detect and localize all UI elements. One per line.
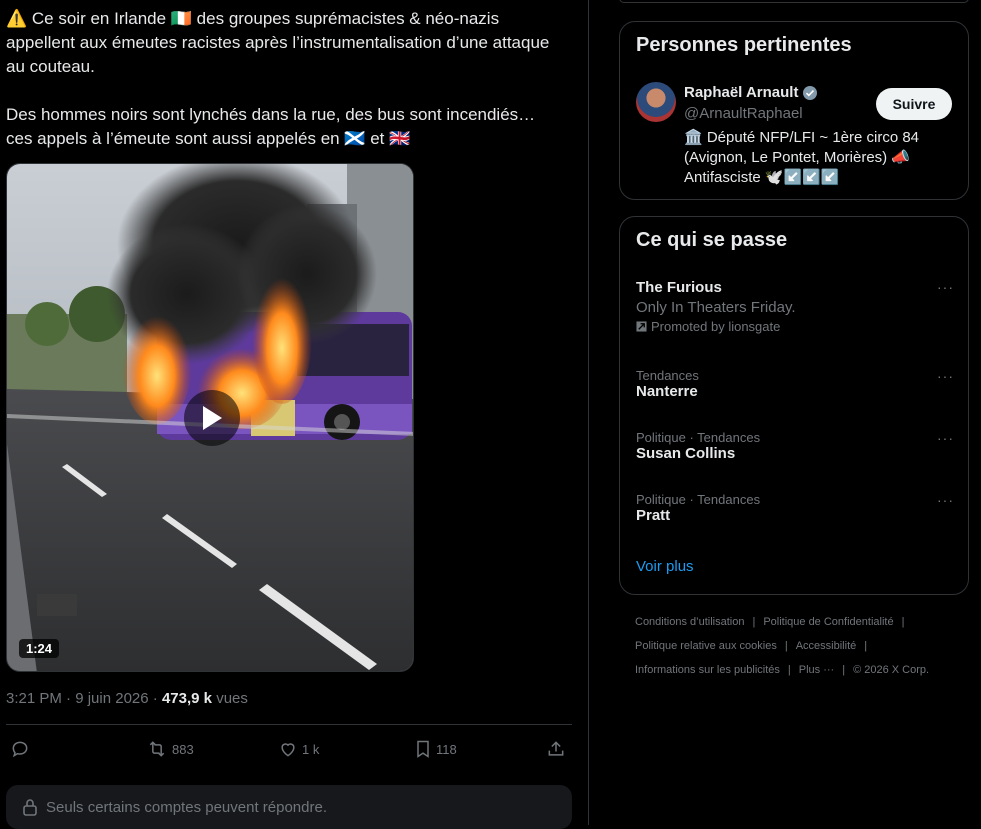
share-button[interactable] [546, 735, 566, 763]
share-icon [548, 741, 564, 756]
trend-name: Nanterre [636, 383, 698, 400]
avatar[interactable] [636, 82, 676, 122]
promoted-text: Promoted by lionsgate [651, 319, 781, 334]
tweet-text: ⚠️ Ce soir en Irlande 🇮🇪 des groupes sup… [6, 9, 550, 148]
whats-happening-card: Ce qui se passe The Furious Only In Thea… [619, 216, 969, 595]
play-button[interactable] [184, 390, 240, 446]
like-button[interactable]: 1 k [278, 735, 319, 763]
tweet-time[interactable]: 3:21 PM [6, 690, 62, 707]
more-options-icon[interactable]: ··· [937, 368, 954, 384]
promoted-label: Promoted by lionsgate [636, 319, 954, 334]
bookmark-icon [417, 740, 429, 758]
bookmark-count: 118 [436, 741, 457, 757]
trend-context: Tendances [636, 368, 699, 383]
footer-more-link[interactable]: Plus ··· [799, 664, 834, 676]
tweet-video[interactable]: 1:24 [6, 163, 414, 672]
trend-item[interactable]: Politique · Tendances Pratt ··· [636, 492, 954, 524]
tweet-date[interactable]: 9 juin 2026 [75, 690, 148, 707]
trend-name: Pratt [636, 507, 671, 524]
main-column: ⚠️ Ce soir en Irlande 🇮🇪 des groupes sup… [0, 0, 589, 829]
promoted-trend[interactable]: The Furious Only In Theaters Friday. Pro… [636, 279, 954, 334]
footer-links-row-3: Informations sur les publicités | Plus ···… [635, 664, 930, 676]
more-options-icon[interactable]: ··· [937, 279, 954, 295]
promo-subtitle: Only In Theaters Friday. [636, 299, 796, 316]
footer-terms-link[interactable]: Conditions d’utilisation [635, 616, 744, 628]
profile-name-row[interactable]: Raphaël Arnault [684, 84, 818, 101]
reply-icon [12, 741, 28, 758]
footer-accessibility-link[interactable]: Accessibilité [796, 640, 857, 652]
retweet-button[interactable]: 883 [146, 735, 194, 763]
bookmark-button[interactable]: 118 [414, 735, 457, 763]
reply-restriction-notice: Seuls certains comptes peuvent répondre. [6, 785, 572, 829]
trend-item[interactable]: Tendances Nanterre ··· [636, 368, 954, 400]
footer-cookies-link[interactable]: Politique relative aux cookies [635, 640, 777, 652]
trend-context: Politique · Tendances [636, 492, 761, 507]
footer-links-row-1: Conditions d’utilisation | Politique de Co… [635, 616, 905, 628]
trend-context: Politique · Tendances [636, 430, 761, 445]
tweet-meta: 3:21 PM · 9 juin 2026 · 473,9 k vues [6, 690, 248, 707]
lock-icon [23, 799, 37, 816]
footer-privacy-link[interactable]: Politique de Confidentialité [763, 616, 893, 628]
divider [6, 724, 572, 725]
like-count: 1 k [302, 741, 320, 757]
profile-name[interactable]: Raphaël Arnault [684, 84, 798, 101]
tweet-actions: 883 1 k 118 [6, 735, 572, 765]
profile-bio: 🏛️ Député NFP/LFI ~ 1ère circo 84 (Avign… [684, 129, 920, 186]
relevant-people-card: Personnes pertinentes Raphaël Arnault @A… [619, 21, 969, 200]
follow-button[interactable]: Suivre [876, 88, 952, 120]
trend-name: Susan Collins [636, 445, 736, 462]
whats-happening-title: Ce qui se passe [636, 229, 788, 251]
trend-item[interactable]: Politique · Tendances Susan Collins ··· [636, 430, 954, 462]
reply-button[interactable] [10, 735, 30, 763]
views-label: vues [216, 690, 248, 707]
heart-icon [281, 743, 295, 757]
footer-links-row-2: Politique relative aux cookies | Accessibi… [635, 640, 868, 652]
show-more-link[interactable]: Voir plus [636, 558, 694, 575]
retweet-icon [149, 741, 165, 757]
reply-restriction-text: Seuls certains comptes peuvent répondre. [46, 798, 327, 816]
footer-copyright: © 2026 X Corp. [853, 664, 930, 676]
verified-badge-icon [803, 85, 818, 100]
more-options-icon[interactable]: ··· [937, 430, 954, 446]
retweet-count: 883 [172, 741, 194, 757]
video-duration: 1:24 [19, 639, 60, 658]
promo-title: The Furious [636, 279, 722, 296]
relevant-people-title: Personnes pertinentes [636, 34, 852, 56]
footer-ads-link[interactable]: Informations sur les publicités [635, 664, 780, 676]
profile-handle[interactable]: @ArnaultRaphael [684, 105, 803, 122]
play-icon [203, 406, 222, 430]
promoted-icon [636, 321, 647, 332]
more-options-icon[interactable]: ··· [937, 492, 954, 508]
views-count: 473,9 k [161, 690, 213, 707]
previous-card-edge [619, 0, 969, 3]
